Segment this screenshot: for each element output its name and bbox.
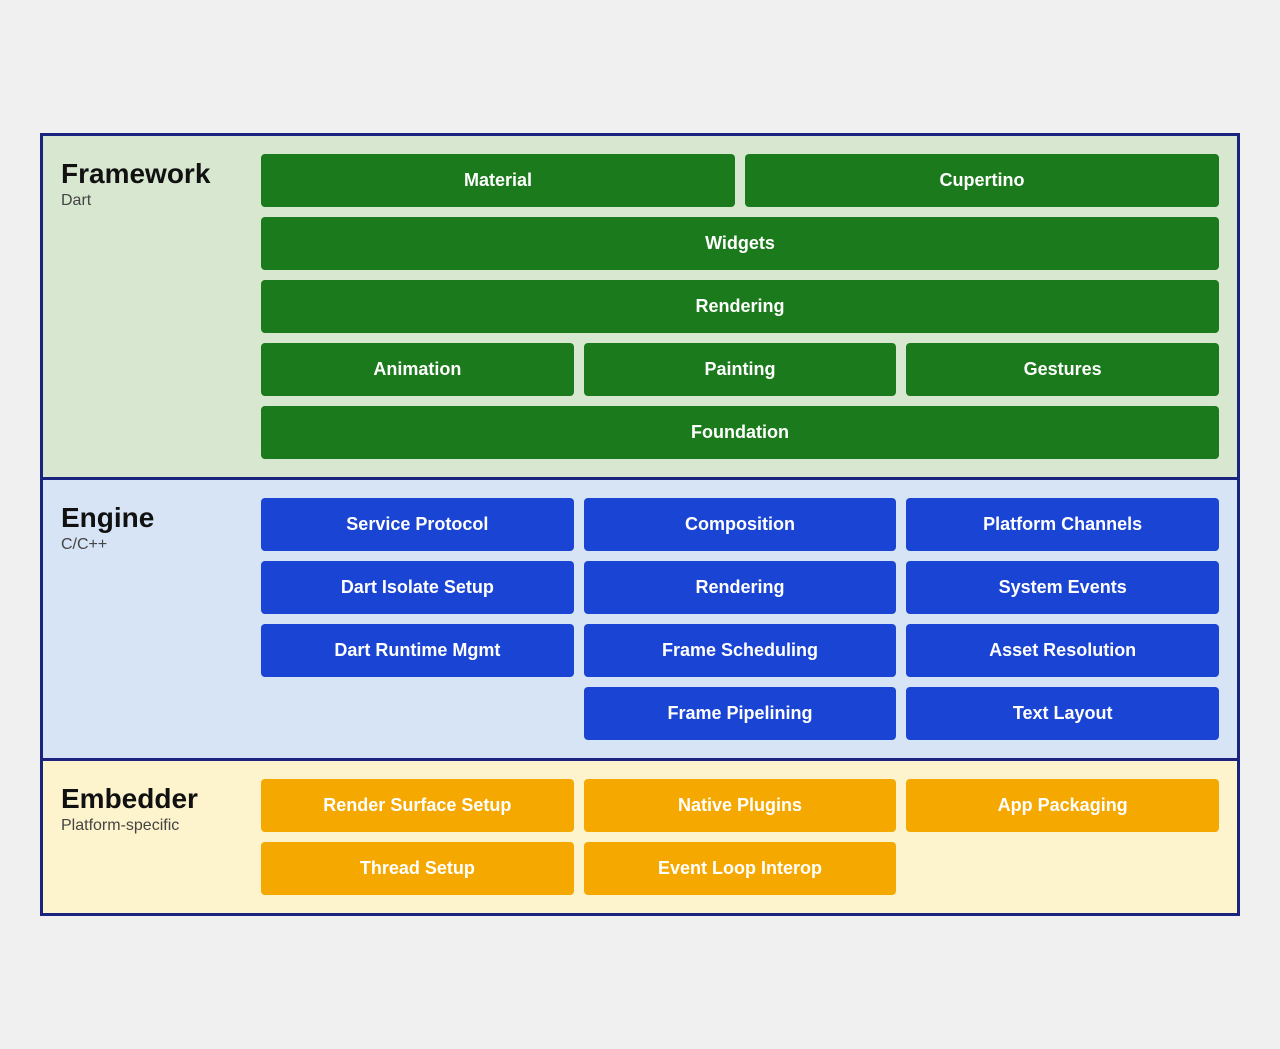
engine-composition[interactable]: Composition bbox=[584, 498, 897, 551]
engine-rendering[interactable]: Rendering bbox=[584, 561, 897, 614]
engine-content: Service Protocol Composition Platform Ch… bbox=[261, 498, 1219, 740]
engine-dart-isolate-setup[interactable]: Dart Isolate Setup bbox=[261, 561, 574, 614]
framework-row-4: Animation Painting Gestures bbox=[261, 343, 1219, 396]
embedder-thread-setup[interactable]: Thread Setup bbox=[261, 842, 574, 895]
embedder-subtitle: Platform-specific bbox=[61, 817, 261, 835]
engine-row-2: Dart Isolate Setup Rendering System Even… bbox=[261, 561, 1219, 614]
engine-empty-1 bbox=[261, 687, 574, 740]
framework-foundation[interactable]: Foundation bbox=[261, 406, 1219, 459]
architecture-diagram: Framework Dart Material Cupertino Widget… bbox=[40, 133, 1240, 916]
embedder-render-surface-setup[interactable]: Render Surface Setup bbox=[261, 779, 574, 832]
engine-platform-channels[interactable]: Platform Channels bbox=[906, 498, 1219, 551]
engine-dart-runtime-mgmt[interactable]: Dart Runtime Mgmt bbox=[261, 624, 574, 677]
framework-widgets[interactable]: Widgets bbox=[261, 217, 1219, 270]
engine-subtitle: C/C++ bbox=[61, 536, 261, 554]
framework-rendering[interactable]: Rendering bbox=[261, 280, 1219, 333]
engine-service-protocol[interactable]: Service Protocol bbox=[261, 498, 574, 551]
framework-cupertino[interactable]: Cupertino bbox=[745, 154, 1219, 207]
framework-subtitle: Dart bbox=[61, 192, 261, 210]
engine-title: Engine bbox=[61, 502, 261, 534]
framework-content: Material Cupertino Widgets Rendering Ani… bbox=[261, 154, 1219, 459]
embedder-empty-1 bbox=[906, 842, 1219, 895]
framework-animation[interactable]: Animation bbox=[261, 343, 574, 396]
engine-frame-pipelining[interactable]: Frame Pipelining bbox=[584, 687, 897, 740]
framework-gestures[interactable]: Gestures bbox=[906, 343, 1219, 396]
engine-system-events[interactable]: System Events bbox=[906, 561, 1219, 614]
engine-row-4: Frame Pipelining Text Layout bbox=[261, 687, 1219, 740]
embedder-section: Embedder Platform-specific Render Surfac… bbox=[43, 761, 1237, 913]
engine-frame-scheduling[interactable]: Frame Scheduling bbox=[584, 624, 897, 677]
engine-label: Engine C/C++ bbox=[61, 498, 261, 740]
framework-row-2: Widgets bbox=[261, 217, 1219, 270]
framework-section: Framework Dart Material Cupertino Widget… bbox=[43, 136, 1237, 480]
embedder-row-1: Render Surface Setup Native Plugins App … bbox=[261, 779, 1219, 832]
engine-section: Engine C/C++ Service Protocol Compositio… bbox=[43, 480, 1237, 761]
engine-row-1: Service Protocol Composition Platform Ch… bbox=[261, 498, 1219, 551]
framework-label: Framework Dart bbox=[61, 154, 261, 459]
framework-row-3: Rendering bbox=[261, 280, 1219, 333]
embedder-title: Embedder bbox=[61, 783, 261, 815]
engine-asset-resolution[interactable]: Asset Resolution bbox=[906, 624, 1219, 677]
embedder-native-plugins[interactable]: Native Plugins bbox=[584, 779, 897, 832]
engine-text-layout[interactable]: Text Layout bbox=[906, 687, 1219, 740]
embedder-label: Embedder Platform-specific bbox=[61, 779, 261, 895]
embedder-event-loop-interop[interactable]: Event Loop Interop bbox=[584, 842, 897, 895]
framework-row-1: Material Cupertino bbox=[261, 154, 1219, 207]
framework-row-5: Foundation bbox=[261, 406, 1219, 459]
embedder-row-2: Thread Setup Event Loop Interop bbox=[261, 842, 1219, 895]
framework-title: Framework bbox=[61, 158, 261, 190]
framework-material[interactable]: Material bbox=[261, 154, 735, 207]
embedder-app-packaging[interactable]: App Packaging bbox=[906, 779, 1219, 832]
framework-painting[interactable]: Painting bbox=[584, 343, 897, 396]
engine-row-3: Dart Runtime Mgmt Frame Scheduling Asset… bbox=[261, 624, 1219, 677]
embedder-content: Render Surface Setup Native Plugins App … bbox=[261, 779, 1219, 895]
